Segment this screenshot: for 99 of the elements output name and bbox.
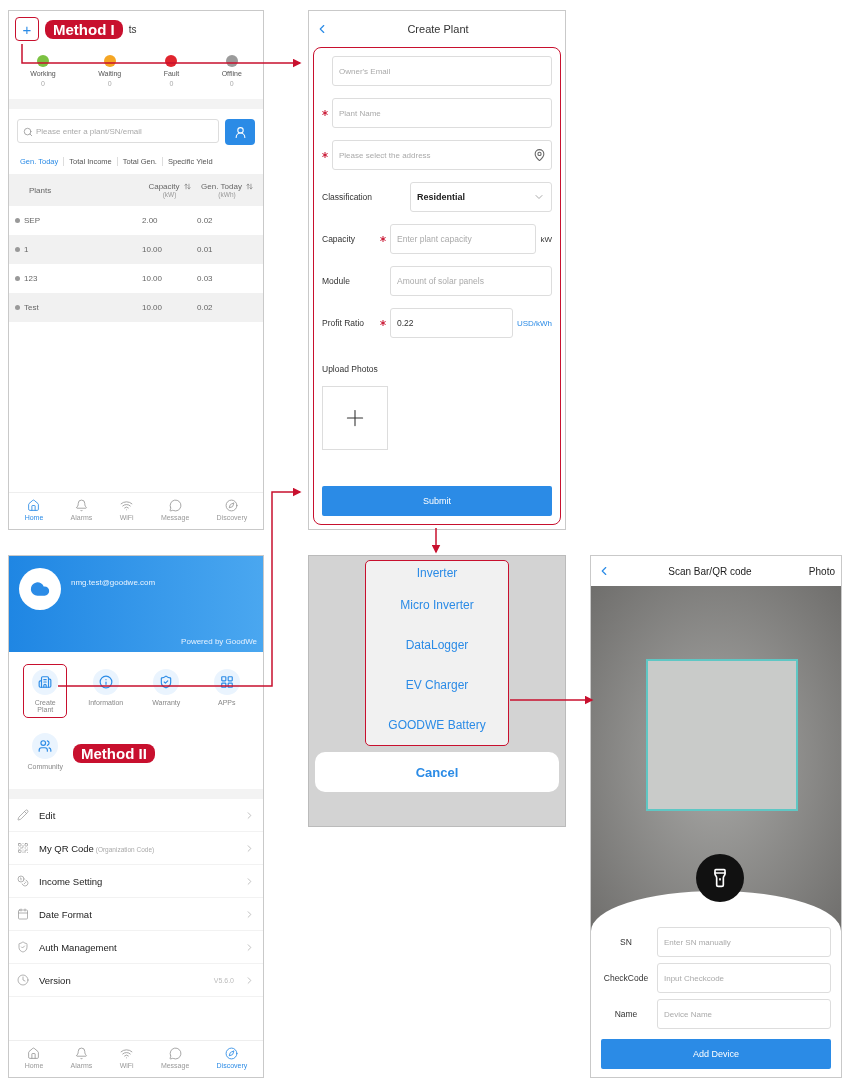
field-label: Classification <box>322 191 374 203</box>
table-cell: 123 <box>24 274 38 283</box>
cancel-button[interactable]: Cancel <box>315 752 559 792</box>
device-type-option[interactable]: DataLogger <box>366 625 508 665</box>
table-cell-text: 0.03 <box>197 274 214 283</box>
home-icon <box>27 1047 41 1060</box>
person-icon <box>233 125 247 139</box>
bell-icon <box>74 499 88 512</box>
bullet-icon <box>15 305 20 310</box>
sort-icon <box>183 183 191 190</box>
coins-icon <box>17 875 29 887</box>
menu-label: Auth Management <box>39 941 117 953</box>
compass-icon <box>225 1047 239 1060</box>
search-field[interactable]: Please enter a plant/SN/email <box>17 119 219 143</box>
table-cell: SEP <box>24 216 40 225</box>
menu-label: My QR Code <box>39 842 94 854</box>
people-icon <box>38 739 53 753</box>
bullet-icon <box>15 247 20 252</box>
unit-label: USD/kWh <box>516 318 552 328</box>
device-type-option[interactable]: EV Charger <box>366 665 508 705</box>
building-icon <box>38 675 53 689</box>
table-row[interactable]: Test 10.00 0.02 <box>9 293 263 322</box>
menu-label: Edit <box>39 809 56 821</box>
screen-title: ts <box>128 23 137 35</box>
required-icon <box>380 320 386 326</box>
add-button[interactable]: + <box>15 17 39 41</box>
edit-icon <box>17 809 29 821</box>
table-cell-text: 0.02 <box>197 303 214 312</box>
search-icon <box>23 127 33 137</box>
input-field[interactable]: Owner's Email <box>332 56 552 86</box>
bullet-icon <box>15 218 20 223</box>
screen-title: Create Plant <box>406 23 470 35</box>
flashlight-button[interactable] <box>696 854 744 902</box>
location-icon <box>533 148 546 162</box>
table-cell-text: 10.00 <box>142 245 164 254</box>
table-row[interactable]: 1 10.00 0.01 <box>9 235 263 264</box>
wifi-icon <box>120 499 134 512</box>
calendar-icon <box>17 908 29 920</box>
qr-code-icon <box>17 842 29 854</box>
field-label: Capacity <box>322 233 357 245</box>
callout-label: Method II <box>73 744 155 763</box>
field-label: Profit Ratio <box>322 317 366 329</box>
clock-icon <box>17 974 29 986</box>
shield-icon <box>17 941 29 953</box>
info-icon <box>98 675 113 689</box>
field-label: Module <box>322 275 351 287</box>
table-cell: 1 <box>24 245 29 254</box>
input-field[interactable]: Enter plant capacity <box>390 224 537 254</box>
home-icon <box>27 499 41 512</box>
account-email: nmg.test@goodwe.com <box>71 578 156 587</box>
table-cell-text: 0.01 <box>197 245 214 254</box>
shield-icon <box>159 675 174 689</box>
field-label: CheckCode <box>602 973 650 983</box>
table-cell-text: 10.00 <box>142 274 164 283</box>
required-icon <box>322 110 328 116</box>
message-icon <box>168 499 182 512</box>
cloud-icon <box>30 579 50 599</box>
input-field[interactable]: 0.22 <box>390 308 513 338</box>
callout-label: Method I <box>45 19 123 39</box>
table-cell-text: 0.02 <box>197 216 214 225</box>
sort-icon <box>245 183 253 190</box>
menu-label: Date Format <box>39 908 92 920</box>
locate-button[interactable] <box>225 119 255 145</box>
table-cell-text: 10.00 <box>142 303 164 312</box>
device-type-option[interactable]: Inverter <box>366 561 508 585</box>
input-field[interactable]: Input Checkcode <box>657 963 831 993</box>
powered-by-text: Powered by GoodWe <box>181 637 257 646</box>
input-field[interactable]: Plant Name <box>332 98 552 128</box>
menu-label: Version <box>39 974 71 986</box>
table-cell: Test <box>24 303 39 312</box>
screen-title: Scan Bar/QR code <box>667 565 753 577</box>
photo-link[interactable]: Photo <box>808 565 835 577</box>
unit-label: kW <box>540 234 552 244</box>
field-label: Name <box>613 1009 639 1019</box>
input-field[interactable]: Device Name <box>657 999 831 1029</box>
input-field[interactable]: Please select the address <box>332 140 552 170</box>
grid-icon <box>219 675 234 689</box>
add-device-button[interactable]: Add Device <box>601 1039 831 1069</box>
menu-label: Income Setting <box>39 875 103 887</box>
device-type-option[interactable]: GOODWE Battery <box>366 705 508 745</box>
field-label: SN <box>619 937 633 947</box>
bell-icon <box>74 1047 88 1060</box>
input-field[interactable]: Enter SN manually <box>657 927 831 957</box>
compass-icon <box>225 499 239 512</box>
device-type-option[interactable]: Micro Inverter <box>366 585 508 625</box>
required-icon <box>380 236 386 242</box>
dropdown[interactable]: Residential <box>410 182 552 212</box>
input-field[interactable]: Amount of solar panels <box>390 266 552 296</box>
wifi-icon <box>120 1047 134 1060</box>
table-cell-text: 2.00 <box>142 216 159 225</box>
column-header: Plants <box>28 185 53 195</box>
column-header[interactable]: Capacity <box>148 182 191 191</box>
section-label: Upload Photos <box>322 364 379 375</box>
column-header[interactable]: Gen. Today <box>201 182 253 191</box>
bullet-icon <box>15 276 20 281</box>
message-icon <box>168 1047 182 1060</box>
connector-arrow <box>431 527 441 554</box>
submit-button[interactable]: Submit <box>322 486 552 516</box>
required-icon <box>322 152 328 158</box>
